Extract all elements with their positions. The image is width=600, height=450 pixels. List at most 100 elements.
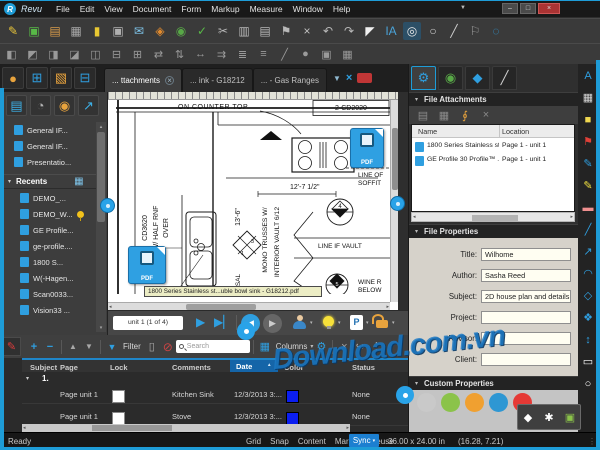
- new-document-icon[interactable]: ✎: [4, 22, 22, 40]
- menu-item[interactable]: Document: [133, 4, 172, 14]
- collapse-icon[interactable]: ▾: [26, 375, 29, 382]
- measurements-tab-icon[interactable]: ╱: [492, 66, 517, 90]
- polygon-tool-icon[interactable]: ◆: [520, 409, 537, 426]
- align-bottom-icon[interactable]: ◪: [67, 47, 82, 62]
- scroll-right-icon[interactable]: ▸: [386, 304, 389, 310]
- menu-item[interactable]: Help: [333, 4, 350, 14]
- column-header[interactable]: Lock: [110, 363, 128, 372]
- close-button[interactable]: ×: [538, 3, 560, 14]
- line-icon[interactable]: ╱: [581, 222, 596, 237]
- select-icon[interactable]: ◤: [361, 22, 379, 40]
- search-binoculars-icon[interactable]: ◉: [172, 22, 190, 40]
- hatch-icon[interactable]: ▦: [340, 47, 355, 62]
- print-icon[interactable]: ▣: [109, 22, 127, 40]
- markup-tab-icon[interactable]: ✎: [2, 337, 21, 356]
- file-item[interactable]: General IF...: [0, 122, 96, 138]
- properties-tab-icon[interactable]: ⚙: [411, 66, 436, 90]
- move-up-icon[interactable]: ▲: [65, 339, 81, 355]
- lasso-icon[interactable]: ◌: [487, 22, 505, 40]
- text-tool-icon[interactable]: A: [581, 68, 596, 83]
- reorder-icon[interactable]: ≣: [235, 47, 250, 62]
- format-paint-icon[interactable]: ⚑: [277, 22, 295, 40]
- last-page-icon[interactable]: ▶▏: [214, 315, 232, 329]
- flag-icon[interactable]: ⚑: [581, 134, 596, 149]
- scroll-down-icon[interactable]: ▾: [96, 323, 106, 332]
- column-header-date[interactable]: Date ▴: [230, 360, 278, 372]
- paste-icon[interactable]: ▤: [256, 22, 274, 40]
- scroll-right-icon[interactable]: ▸: [346, 425, 349, 431]
- layers-icon[interactable]: ▣: [319, 47, 334, 62]
- scrollbar-thumb[interactable]: [92, 425, 172, 431]
- copy-icon[interactable]: ▥: [235, 22, 253, 40]
- studio-tab-icon[interactable]: ◆: [465, 66, 490, 90]
- image-tool-icon[interactable]: ▣: [562, 409, 579, 426]
- thumbnails-icon[interactable]: ●: [2, 67, 24, 89]
- minimize-button[interactable]: –: [502, 3, 518, 14]
- menu-item[interactable]: Form: [181, 4, 201, 14]
- expand-all-icon[interactable]: +: [26, 339, 42, 355]
- menu-item[interactable]: File: [56, 4, 70, 14]
- column-header[interactable]: Name: [418, 127, 437, 136]
- recent-file-item[interactable]: GE Profile...: [0, 222, 96, 238]
- sidebar-scrollbar[interactable]: ▴ ▾: [96, 122, 106, 332]
- recents-header[interactable]: ▾ Recents ▦: [0, 174, 96, 189]
- recent-file-item[interactable]: DEMO_W...: [0, 206, 96, 222]
- client-field[interactable]: [481, 353, 571, 366]
- unlock-icon[interactable]: [376, 320, 388, 328]
- custom-properties-header[interactable]: ▾ Custom Properties: [409, 376, 579, 390]
- flip-horizontal-icon[interactable]: ⇄: [151, 47, 166, 62]
- open-folder-icon[interactable]: ▤: [46, 22, 64, 40]
- caret-icon[interactable]: ▾: [310, 320, 313, 326]
- paperclip-icon[interactable]: ∮: [457, 107, 473, 123]
- certified-icon[interactable]: ◉: [54, 95, 75, 116]
- recent-file-item[interactable]: ge-profile....: [0, 238, 96, 254]
- document-viewport[interactable]: ON COUNTER TOP 2-CD2020 12'-7 1/2" LINE …: [108, 92, 398, 310]
- document-horizontal-scrollbar[interactable]: ◂ ▸: [108, 302, 390, 310]
- menu-item[interactable]: Markup: [211, 4, 239, 14]
- markup-group-row[interactable]: ▾ 1.: [22, 372, 408, 384]
- tab-attachments[interactable]: ... ttachments ×: [104, 68, 182, 92]
- menu-item[interactable]: Edit: [80, 4, 95, 14]
- undo-icon[interactable]: ↶: [319, 22, 337, 40]
- open-icon[interactable]: ▣: [25, 22, 43, 40]
- highlighter-icon[interactable]: ✎: [581, 178, 596, 193]
- cut-icon[interactable]: ✂: [214, 22, 232, 40]
- title-field[interactable]: Wilhome: [481, 248, 571, 261]
- page-indicator-field[interactable]: unit 1 (1 of 4): [113, 316, 183, 330]
- polygon-icon[interactable]: ◇: [581, 288, 596, 303]
- attachments-scrollbar[interactable]: ◂ ▸: [411, 212, 575, 222]
- color-swatch-gray[interactable]: [417, 393, 436, 412]
- status-toggle[interactable]: Snap: [270, 437, 289, 446]
- mask-icon[interactable]: ●: [298, 47, 313, 62]
- scroll-up-icon[interactable]: ▴: [96, 122, 106, 131]
- pen-icon[interactable]: ✎: [581, 156, 596, 171]
- file-tab-icon[interactable]: ▤: [6, 95, 27, 116]
- subject-field[interactable]: 2D house plan and details: [481, 290, 571, 303]
- spacing-icon[interactable]: ↔: [193, 47, 208, 62]
- measure-icon[interactable]: ╱: [445, 22, 463, 40]
- menu-lines-icon[interactable]: ≡: [256, 47, 271, 62]
- redo-icon[interactable]: ↷: [340, 22, 358, 40]
- tab-sink[interactable]: ... ink - G18212: [182, 68, 253, 92]
- collapse-icon[interactable]: ▾: [8, 178, 11, 185]
- color-swatch[interactable]: [286, 390, 299, 403]
- resize-grip[interactable]: ⋮: [588, 437, 596, 446]
- distribute-icon[interactable]: ⊞: [130, 47, 145, 62]
- list-arrows-icon[interactable]: ⇉: [214, 47, 229, 62]
- align-top-icon[interactable]: ◩: [25, 47, 40, 62]
- filter-icon[interactable]: ▼: [104, 339, 120, 355]
- recent-file-item[interactable]: DEMO_...: [0, 190, 96, 206]
- filter-label[interactable]: Filter: [123, 342, 141, 351]
- history-icon[interactable]: ◔: [30, 95, 51, 116]
- attachment-row[interactable]: GE Profile 30 Profile™ ...s - ... Page 1…: [412, 154, 574, 167]
- color-swatch-orange[interactable]: [465, 393, 484, 412]
- search-tab-icon[interactable]: ◉: [438, 66, 463, 90]
- markup-row[interactable]: Page unit 1 Stove 12/3/2013 3:... None: [22, 406, 408, 426]
- line-tool-icon[interactable]: ╱: [277, 47, 292, 62]
- avatar-icon[interactable]: [292, 315, 307, 330]
- arc-icon[interactable]: ◠: [581, 266, 596, 281]
- file-properties-header[interactable]: ▾ File Properties: [409, 224, 579, 238]
- arrow-icon[interactable]: ↗: [581, 244, 596, 259]
- record-pin-icon[interactable]: [357, 73, 372, 83]
- caret-icon[interactable]: ▾: [392, 320, 395, 326]
